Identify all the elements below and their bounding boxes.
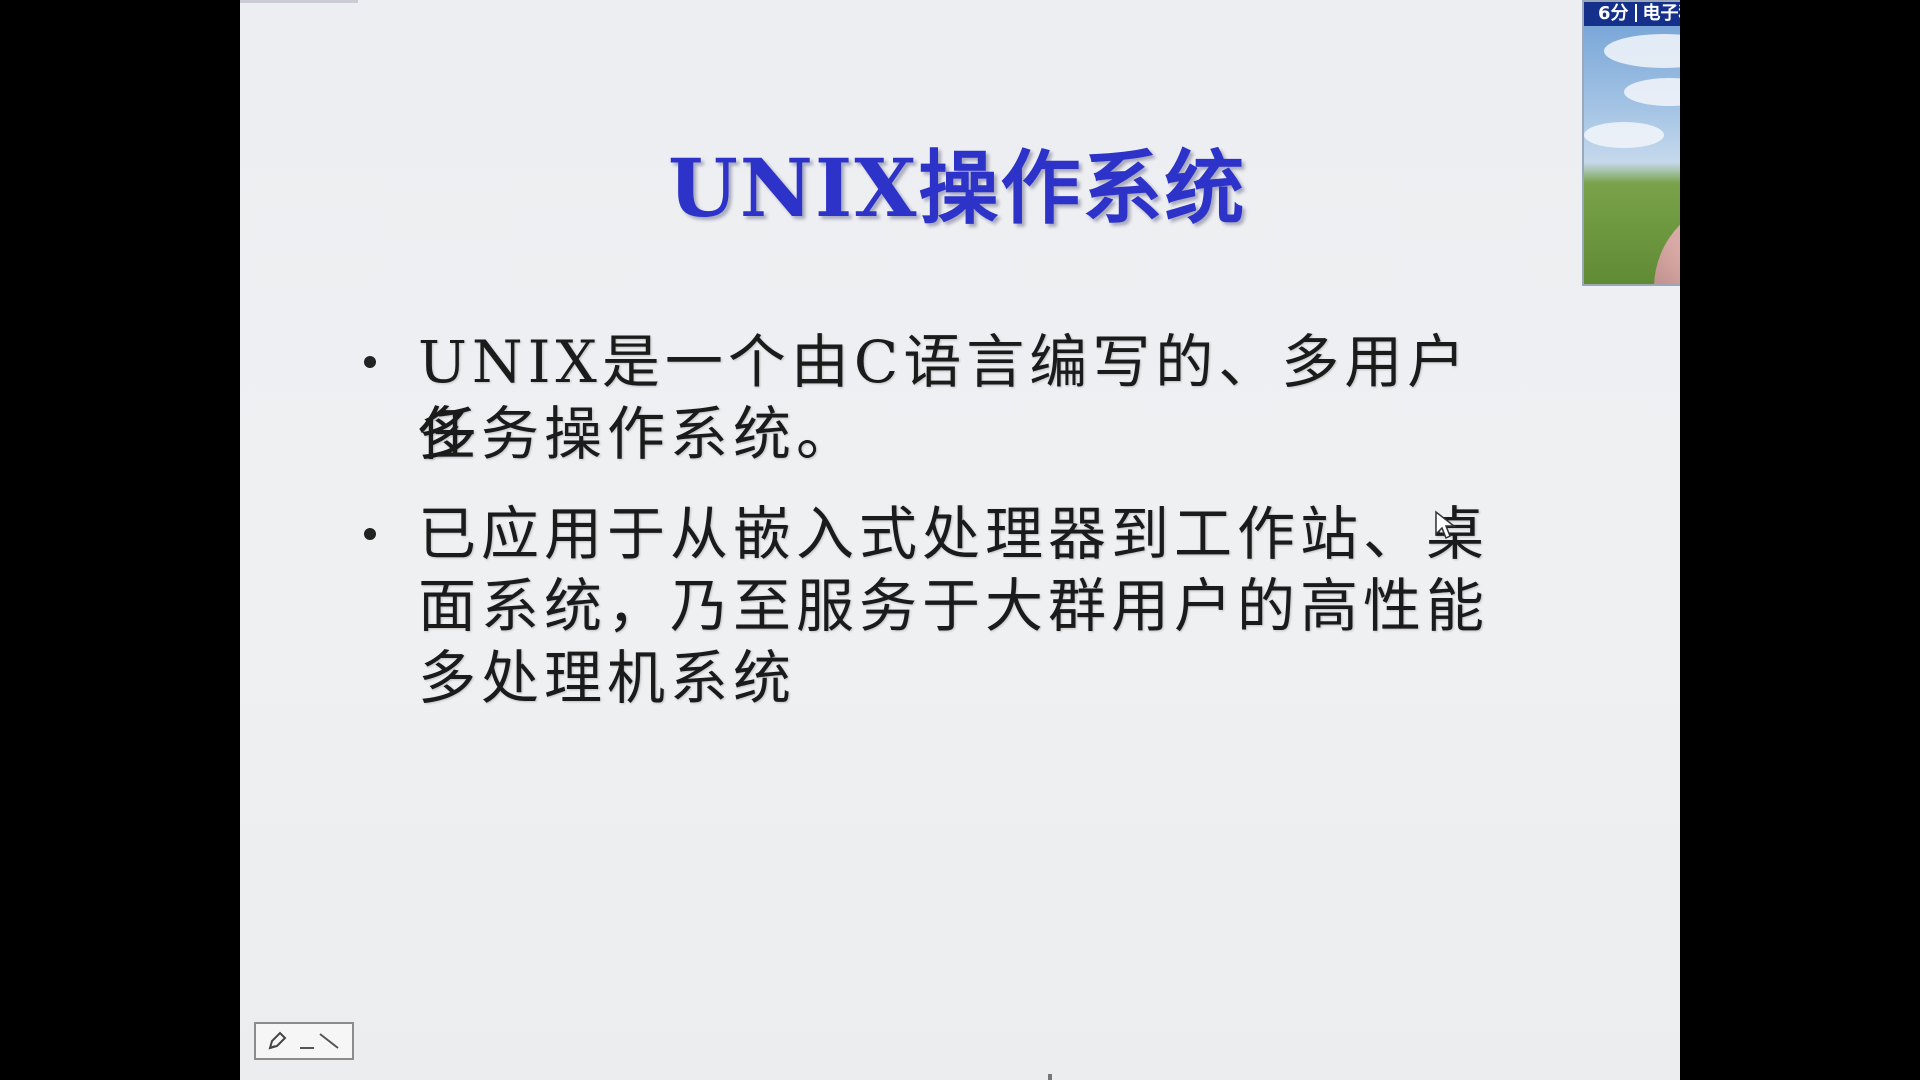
slide-canvas: UNIX操作系统 UNIX是一个由C语言编写的、多用户多 任务操作系统。 已应用… [240,0,1680,1080]
pen-tool-icon[interactable] [266,1030,288,1052]
slide-marker [1048,1074,1052,1080]
mouse-pointer-icon [1435,510,1456,540]
bullet-list: UNIX是一个由C语言编写的、多用户多 任务操作系统。 已应用于从嵌入式处理器到… [240,0,1680,1080]
annotation-toolbar[interactable] [254,1022,354,1060]
bullet-2-line-3: 多处理机系统 [418,644,797,712]
instructor-video: 6分电子科技大学网络教育学院 [1582,0,1680,286]
bullet-1-line-2: 任务操作系统。 [418,400,860,468]
sky-cloud [1584,122,1664,148]
bullet-2-line-1: 已应用于从嵌入式处理器到工作站、桌 [418,500,1490,568]
sky-cloud [1604,34,1680,68]
video-time-label: 6分 [1598,3,1629,24]
bullet-marker [364,528,376,540]
video-channel-label: 电子科技大学网络教育学院 [1642,3,1680,24]
video-frame [1584,26,1680,284]
bullet-2-line-2: 面系统，乃至服务于大群用户的高性能 [418,572,1490,640]
sky-cloud [1624,78,1680,106]
instructor-figure [1654,198,1680,284]
bullet-marker [364,356,376,368]
video-caption-bar: 6分电子科技大学网络教育学院 [1584,2,1680,26]
diagonal-line-icon[interactable] [298,1030,342,1052]
caption-separator [1634,4,1637,22]
